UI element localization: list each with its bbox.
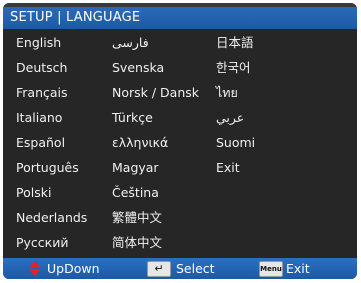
- language-option-turkish[interactable]: Türkçe: [112, 110, 153, 126]
- language-menu: English فارسی 日本語 Deutsch Svenska 한국어 Fr…: [3, 29, 357, 258]
- page-title: SETUP | LANGUAGE: [10, 10, 141, 25]
- enter-key-icon: ↵: [147, 260, 171, 277]
- language-option-japanese[interactable]: 日本語: [216, 35, 254, 51]
- language-option-norwegian-danish[interactable]: Norsk / Dansk: [112, 85, 199, 101]
- language-option-greek[interactable]: ελληνικά: [112, 135, 168, 151]
- updown-label: UpDown: [47, 261, 100, 276]
- language-option-finnish[interactable]: Suomi: [216, 135, 255, 151]
- language-option-simplified-chinese[interactable]: 简体中文: [112, 235, 162, 251]
- language-option-italian[interactable]: Italiano: [16, 110, 62, 126]
- language-option-french[interactable]: Français: [16, 85, 68, 101]
- language-option-traditional-chinese[interactable]: 繁體中文: [112, 210, 162, 226]
- language-option-russian[interactable]: Русский: [16, 235, 68, 251]
- language-option-polish[interactable]: Polski: [16, 185, 51, 201]
- language-option-czech[interactable]: Čeština: [112, 185, 159, 201]
- updown-icon: [28, 260, 42, 277]
- language-option-korean[interactable]: 한국어: [216, 60, 251, 76]
- select-label: Select: [176, 261, 215, 276]
- language-option-arabic[interactable]: عربي: [216, 110, 244, 126]
- language-option-portuguese[interactable]: Português: [16, 160, 79, 176]
- updown-hint: UpDown: [28, 260, 100, 277]
- language-option-thai[interactable]: ไทย: [216, 85, 238, 101]
- menu-key-icon: Menu: [259, 260, 283, 277]
- title-bar: SETUP | LANGUAGE: [3, 7, 357, 29]
- language-option-hungarian[interactable]: Magyar: [112, 160, 159, 176]
- language-option-farsi[interactable]: فارسی: [112, 35, 149, 51]
- language-option-swedish[interactable]: Svenska: [112, 60, 164, 76]
- language-option-english[interactable]: English: [16, 35, 61, 51]
- language-option-dutch[interactable]: Nederlands: [16, 210, 87, 226]
- language-option-german[interactable]: Deutsch: [16, 60, 67, 76]
- language-option-spanish[interactable]: Español: [16, 135, 65, 151]
- exit-hint: Menu Exit: [259, 260, 310, 277]
- select-hint: ↵ Select: [147, 260, 215, 277]
- key-hint-bar: UpDown ↵ Select Menu Exit: [3, 258, 357, 279]
- osd-panel: SETUP | LANGUAGE English فارسی 日本語 Deuts…: [3, 3, 357, 279]
- exit-label: Exit: [286, 261, 310, 276]
- exit-option[interactable]: Exit: [216, 160, 240, 176]
